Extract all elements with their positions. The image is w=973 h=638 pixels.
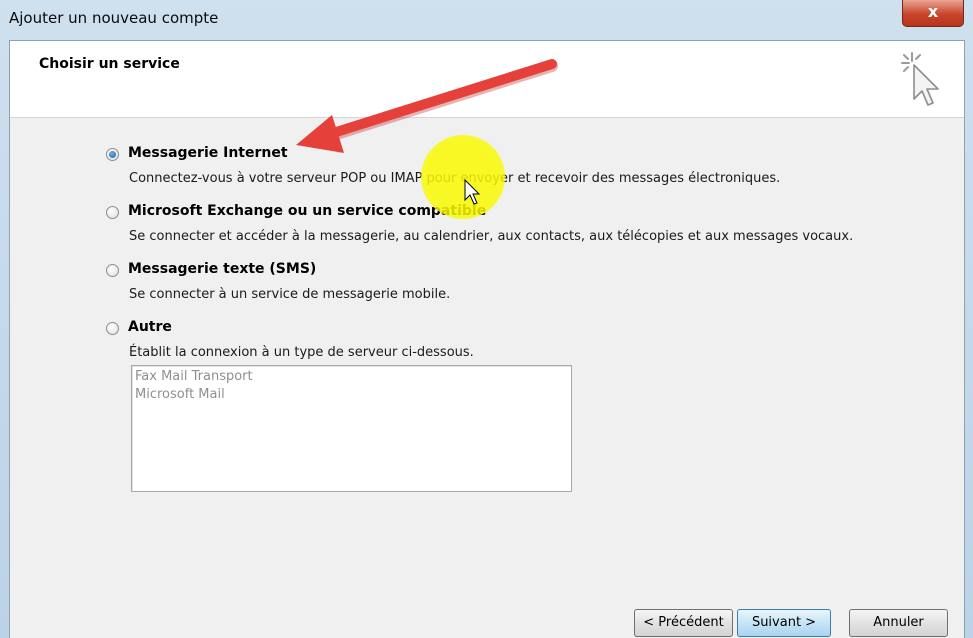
radio-other[interactable] <box>106 322 119 335</box>
add-account-dialog: Ajouter un nouveau compte x Choisir un s… <box>0 0 973 638</box>
radio-exchange[interactable] <box>106 206 119 219</box>
list-item[interactable]: Microsoft Mail <box>135 386 568 404</box>
wizard-cursor-icon <box>901 52 939 106</box>
option-label[interactable]: Autre <box>128 319 172 335</box>
close-button[interactable]: x <box>902 0 964 27</box>
cancel-button[interactable]: Annuler <box>849 609 948 637</box>
radio-internet-mail[interactable] <box>106 148 119 161</box>
dialog-body: Choisir un service Messagerie Internet C… <box>9 40 965 638</box>
cursor-highlight <box>421 135 505 219</box>
option-label[interactable]: Messagerie Internet <box>128 145 288 161</box>
page-title: Choisir un service <box>39 56 180 72</box>
list-item[interactable]: Fax Mail Transport <box>135 368 568 386</box>
server-type-listbox[interactable]: Fax Mail Transport Microsoft Mail <box>131 365 572 492</box>
option-description: Établit la connexion à un type de serveu… <box>129 345 474 360</box>
back-button[interactable]: < Précédent <box>634 609 733 637</box>
radio-sms[interactable] <box>106 264 119 277</box>
wizard-header: Choisir un service <box>10 41 964 118</box>
next-button[interactable]: Suivant > <box>737 609 831 637</box>
window-title: Ajouter un nouveau compte <box>9 9 219 27</box>
close-icon: x <box>927 2 939 21</box>
option-description: Se connecter et accéder à la messagerie,… <box>129 229 854 244</box>
option-label[interactable]: Messagerie texte (SMS) <box>128 261 316 277</box>
title-bar[interactable]: Ajouter un nouveau compte x <box>0 0 973 40</box>
option-description: Se connecter à un service de messagerie … <box>129 287 451 302</box>
